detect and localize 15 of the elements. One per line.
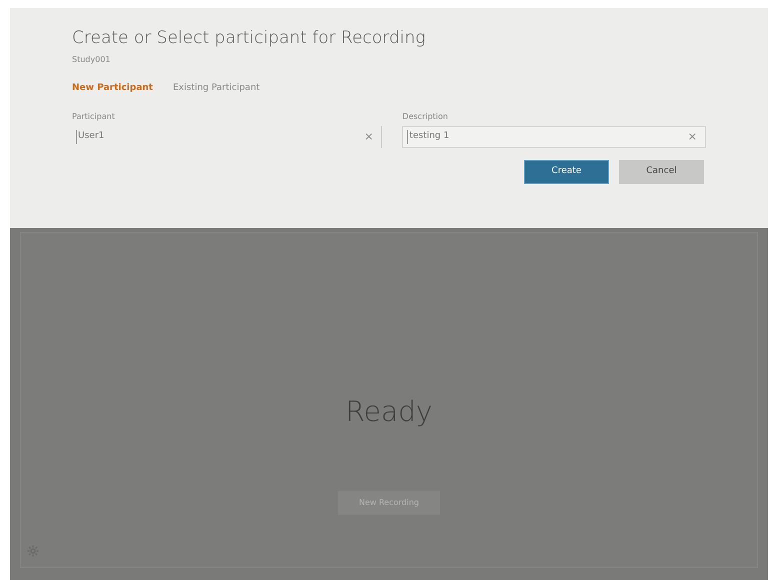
clear-button[interactable]: × bbox=[684, 128, 701, 146]
dialog-title: Create or Select participant for Recording bbox=[72, 27, 426, 50]
text-field[interactable]: User1 × bbox=[72, 126, 382, 148]
field-label: Description bbox=[402, 111, 449, 123]
field-value: User1 bbox=[76, 130, 360, 144]
participant-tab[interactable]: New Participant bbox=[72, 82, 153, 95]
create-button[interactable]: Create bbox=[524, 160, 609, 184]
text-field[interactable]: testing 1 × bbox=[402, 126, 706, 148]
field-value: testing 1 bbox=[407, 130, 684, 144]
clear-button[interactable]: × bbox=[360, 128, 378, 146]
participant-tab[interactable]: Existing Participant bbox=[172, 82, 260, 95]
study-name: Study001 bbox=[72, 54, 112, 66]
cancel-button[interactable]: Cancel bbox=[619, 160, 704, 184]
status-text: Ready bbox=[346, 394, 432, 430]
field-label: Participant bbox=[72, 111, 116, 123]
